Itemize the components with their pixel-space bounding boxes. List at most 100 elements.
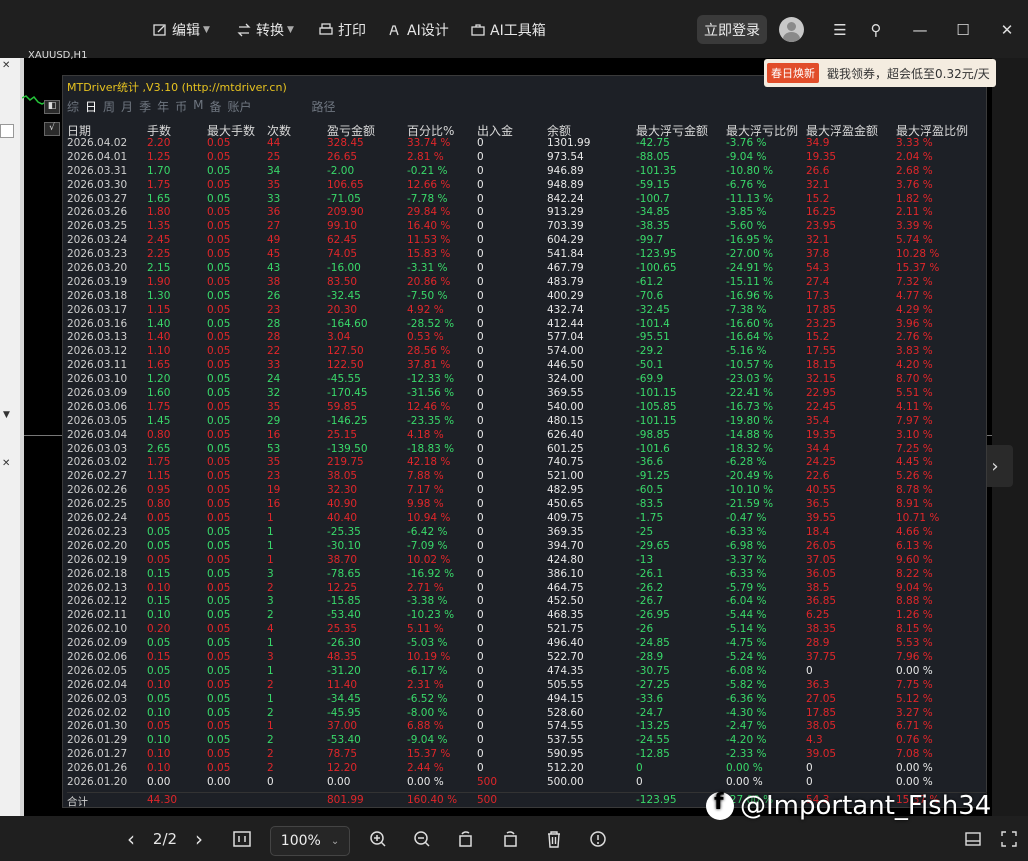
print-button[interactable]: 打印 (318, 18, 366, 42)
table-cell: 2.25 (147, 248, 171, 261)
table-cell: 0.10 (147, 609, 171, 622)
table-cell: 0.05 (207, 470, 231, 483)
table-cell: -19.80 % (726, 414, 774, 427)
table-cell: 0 (477, 262, 484, 275)
tab-4[interactable]: 季 (139, 98, 151, 114)
table-cell: -28.9 (636, 650, 664, 663)
table-cell: 2026.03.31 (67, 164, 128, 177)
tab-2[interactable]: 周 (103, 98, 115, 114)
table-row: 2026.03.13 1.40 0.05 28 3.04 0.53 % 0 577.04 -95… (67, 331, 987, 345)
fit-page-icon[interactable] (230, 824, 254, 854)
delete-icon[interactable] (542, 824, 566, 854)
table-cell: 2026.03.18 (67, 289, 128, 302)
table-cell: -4.20 % (726, 734, 767, 747)
table-cell: 10.19 % (407, 650, 451, 663)
prev-page-icon[interactable]: ‹ (122, 824, 140, 854)
tab-0[interactable]: 综 (67, 98, 79, 114)
maximize-icon[interactable]: ☐ (951, 19, 975, 41)
close-icon[interactable]: ✕ (995, 19, 1019, 41)
ai-design-button[interactable]: AI设计 (387, 18, 449, 42)
table-cell: 27.4 (806, 275, 830, 288)
table-cell: 483.79 (547, 275, 584, 288)
table-cell: -22.41 % (726, 387, 774, 400)
total-maxloss: -123.95 (636, 794, 677, 806)
table-cell: 17.3 (806, 289, 830, 302)
convert-menu[interactable]: 转换 ▼ (236, 18, 294, 42)
close-icon[interactable]: ✕ (2, 60, 10, 71)
tab-5[interactable]: 年 (157, 98, 169, 114)
zoom-out-icon[interactable] (410, 824, 434, 854)
table-cell: 3.96 % (896, 317, 933, 330)
table-cell: 2026.02.27 (67, 470, 128, 483)
check-icon[interactable]: √ (44, 122, 60, 136)
table-cell: 0 (477, 331, 484, 344)
table-cell: 3.33 % (896, 137, 933, 149)
menu-icon[interactable]: ☰ (828, 19, 852, 41)
table-cell: -50.1 (636, 359, 664, 372)
next-page-icon[interactable]: › (190, 824, 208, 854)
tab-10[interactable] (258, 98, 306, 114)
fullscreen-icon[interactable] (998, 824, 1020, 854)
table-cell: 22 (267, 345, 281, 358)
table-cell: 328.45 (327, 137, 364, 149)
tab-6[interactable]: 币 (175, 98, 187, 114)
rotate-left-icon[interactable] (454, 824, 478, 854)
table-cell: 2.71 % (407, 581, 444, 594)
table-cell: 0 (477, 525, 484, 538)
table-cell: 10.02 % (407, 553, 451, 566)
table-cell: 0 (477, 414, 484, 427)
close-icon[interactable]: ✕ (2, 458, 10, 469)
table-cell: 7.32 % (896, 275, 933, 288)
app-toolbar: 编辑 ▼ 转换 ▼ 打印 AI设计 AI工具箱 立即登录 ☰ ⚲ — ☐ ✕ (0, 0, 1028, 58)
table-cell: 1.30 (147, 289, 171, 302)
table-cell: 450.65 (547, 498, 584, 511)
tab-7[interactable]: M (193, 98, 203, 114)
table-cell: 0.80 (147, 428, 171, 441)
panel-toggle-icon[interactable]: ◧ (44, 100, 60, 114)
tab-3[interactable]: 月 (121, 98, 133, 114)
table-cell: 521.00 (547, 470, 584, 483)
table-cell: 0 (477, 470, 484, 483)
table-cell: 494.15 (547, 692, 584, 705)
ai-tools-button[interactable]: AI工具箱 (470, 18, 546, 42)
table-cell: -6.98 % (726, 539, 767, 552)
table-cell: 1.60 (147, 387, 171, 400)
table-cell: 12.20 (327, 762, 358, 775)
table-cell: 0.05 (147, 512, 171, 525)
table-cell: -3.85 % (726, 206, 767, 219)
promo-banner[interactable]: 春日焕新 戳我领券，超会低至0.32元/天 (764, 59, 996, 87)
tab-1[interactable]: 日 (85, 98, 97, 114)
minimize-icon[interactable]: — (908, 19, 932, 41)
table-cell: -11.13 % (726, 192, 774, 205)
chevron-down-icon[interactable]: ▼ (3, 410, 10, 420)
table-cell: 3.10 % (896, 428, 933, 441)
table-cell: 38.35 (806, 623, 837, 636)
table-cell: -30.75 (636, 664, 670, 677)
table-cell: 0.00 % (407, 775, 444, 788)
table-row: 2026.03.06 1.75 0.05 35 59.85 12.46 % 0 540.00 -… (67, 401, 987, 415)
table-cell: -6.42 % (407, 525, 448, 538)
table-cell: 2.15 (147, 262, 171, 275)
table-cell: 0.10 (147, 678, 171, 691)
table-cell: 480.15 (547, 414, 584, 427)
table-cell: 10.28 % (896, 248, 940, 261)
table-cell: -31.56 % (407, 387, 455, 400)
table-cell: 0.05 (207, 400, 231, 413)
layout-icon[interactable] (962, 824, 984, 854)
tab-9[interactable]: 账户 (227, 98, 251, 114)
login-button[interactable]: 立即登录 (697, 15, 767, 44)
tab-11[interactable]: 路径 (312, 98, 336, 114)
table-cell: 7.25 % (896, 442, 933, 455)
rotate-right-icon[interactable] (498, 824, 522, 854)
info-icon[interactable] (586, 824, 610, 854)
table-cell: 505.55 (547, 678, 584, 691)
zoom-in-icon[interactable] (366, 824, 390, 854)
avatar[interactable] (779, 17, 804, 42)
edit-menu[interactable]: 编辑 ▼ (152, 18, 210, 42)
pin-icon[interactable]: ⚲ (864, 19, 888, 41)
table-cell: 38.05 (327, 470, 358, 483)
table-cell: 0.05 (207, 595, 231, 608)
zoom-select[interactable]: 100% ⌄ (270, 826, 350, 856)
tab-8[interactable]: 备 (209, 98, 221, 114)
table-cell: 574.55 (547, 720, 584, 733)
